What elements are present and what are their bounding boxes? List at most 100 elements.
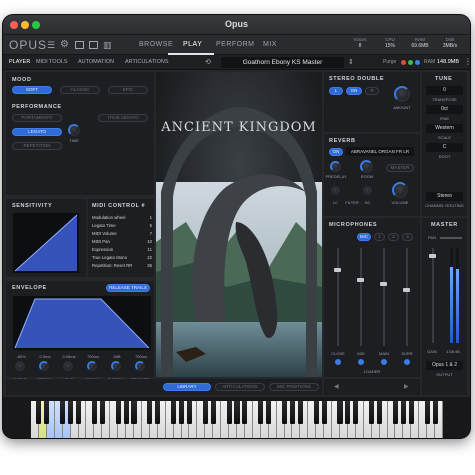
mic-button[interactable]: MIC: [357, 233, 371, 241]
repetition-button[interactable]: REPETITION: [12, 142, 62, 150]
close-fader[interactable]: [334, 268, 341, 272]
black-key[interactable]: [258, 401, 264, 424]
preset-arrows-icon[interactable]: ⇕: [348, 58, 354, 66]
predelay-knob[interactable]: [330, 161, 341, 172]
midi-row-modulation[interactable]: Modulation wheel 1: [92, 215, 152, 222]
hc-knob[interactable]: [363, 186, 372, 195]
black-key[interactable]: [392, 401, 398, 424]
surr-fader[interactable]: [403, 288, 410, 292]
black-key[interactable]: [266, 401, 272, 424]
black-key[interactable]: [432, 401, 438, 424]
tab-play[interactable]: PLAY: [183, 41, 202, 48]
black-key[interactable]: [337, 401, 343, 424]
black-key[interactable]: [91, 401, 97, 424]
release-trails-button[interactable]: RELEASE TRAILS: [106, 284, 150, 292]
reverb-preset-selector[interactable]: ABRAVANEL ORGAN FR LR: [346, 147, 414, 156]
black-key[interactable]: [99, 401, 105, 424]
envelope-graph[interactable]: [13, 296, 151, 350]
fine-value[interactable]: 0ct: [426, 105, 463, 114]
tab-browse[interactable]: BROWSE: [139, 41, 173, 48]
reverb-volume-knob[interactable]: [392, 182, 408, 198]
black-key[interactable]: [377, 401, 383, 424]
portamento-button[interactable]: PORTAMENTO: [12, 114, 62, 122]
piano-keyboard[interactable]: [3, 397, 470, 438]
mid-led[interactable]: [358, 359, 364, 365]
tab-automation[interactable]: AUTOMATION: [78, 59, 114, 65]
tab-articulations[interactable]: ARTICULATIONS: [125, 59, 169, 65]
menu-icon[interactable]: ☰: [47, 40, 55, 51]
black-key[interactable]: [297, 401, 303, 424]
preset-selector[interactable]: Goathorn Ebony KS Master: [221, 57, 344, 68]
black-key[interactable]: [60, 401, 66, 424]
mic-next-icon[interactable]: ▶: [404, 383, 409, 390]
black-key[interactable]: [345, 401, 351, 424]
legato-button[interactable]: LEGATO: [12, 128, 62, 136]
black-key[interactable]: [242, 401, 248, 424]
midi-row-true-legato[interactable]: True Legato Mono 22: [92, 255, 152, 262]
black-key[interactable]: [313, 401, 319, 424]
scale-value[interactable]: Western: [426, 124, 463, 133]
output-selector[interactable]: Opus 1 & 2: [426, 361, 463, 370]
room-knob[interactable]: [360, 160, 373, 173]
black-key[interactable]: [321, 401, 327, 424]
amount-knob[interactable]: [394, 86, 410, 102]
black-key[interactable]: [171, 401, 177, 424]
black-key[interactable]: [210, 401, 216, 424]
mic-slot-2[interactable]: 2: [388, 233, 399, 241]
reverb-master-button[interactable]: MASTER: [386, 164, 414, 172]
true-legato-button[interactable]: TRUE LEGATO: [98, 114, 148, 122]
black-key[interactable]: [400, 401, 406, 424]
black-key[interactable]: [226, 401, 232, 424]
window-icon[interactable]: [89, 41, 98, 49]
close-led[interactable]: [335, 359, 341, 365]
release-knob[interactable]: [135, 361, 145, 371]
black-key[interactable]: [76, 401, 82, 424]
curve-knob[interactable]: [15, 361, 25, 371]
black-key[interactable]: [408, 401, 414, 424]
black-key[interactable]: [353, 401, 359, 424]
black-key[interactable]: [131, 401, 137, 424]
mic-prev-icon[interactable]: ◀: [334, 383, 339, 390]
surr-led[interactable]: [404, 359, 410, 365]
gear-icon[interactable]: ⚙: [60, 39, 69, 50]
transpose-value[interactable]: 0: [426, 86, 463, 95]
more-icon[interactable]: ⋮: [464, 57, 470, 66]
sustain-knob[interactable]: [111, 361, 121, 371]
tab-articulations-bottom[interactable]: ARTICULATIONS: [215, 383, 265, 391]
decay-knob[interactable]: [87, 361, 97, 371]
purge-label[interactable]: Purge: [383, 59, 396, 65]
layout-icon[interactable]: [75, 41, 84, 49]
black-key[interactable]: [424, 401, 430, 424]
tab-library[interactable]: LIBRARY: [163, 383, 211, 391]
stereo-left-button[interactable]: L: [329, 87, 343, 95]
piano-icon[interactable]: ▥: [103, 40, 112, 51]
tab-midi-tools[interactable]: MIDI TOOLS: [36, 59, 68, 65]
root-value[interactable]: C: [426, 143, 463, 152]
black-key[interactable]: [202, 401, 208, 424]
lc-knob[interactable]: [331, 186, 340, 195]
midi-row-pan[interactable]: MIDI Pan 10: [92, 239, 152, 246]
black-key[interactable]: [68, 401, 74, 424]
stereo-right-button[interactable]: R: [365, 87, 379, 95]
black-key[interactable]: [115, 401, 121, 424]
black-key[interactable]: [36, 401, 42, 424]
black-key[interactable]: [369, 401, 375, 424]
stereo-on-button[interactable]: ON: [346, 87, 362, 95]
black-key[interactable]: [179, 401, 185, 424]
tab-mic-positions[interactable]: MIC POSITIONS: [269, 383, 319, 391]
mic-slot-1[interactable]: 1: [374, 233, 385, 241]
reverb-on-button[interactable]: ON: [329, 148, 343, 156]
midi-row-volume[interactable]: MIDI Volume 7: [92, 231, 152, 238]
tab-player[interactable]: PLAYER: [9, 59, 30, 65]
main-led[interactable]: [381, 359, 387, 365]
tab-perform[interactable]: PERFORM: [216, 41, 255, 48]
channel-routing-value[interactable]: Stereo: [426, 192, 463, 201]
black-key[interactable]: [123, 401, 129, 424]
mood-classic-button[interactable]: CLASSIC: [60, 86, 100, 94]
master-fader[interactable]: [429, 254, 436, 258]
attack-knob[interactable]: [39, 361, 49, 371]
sensitivity-curve[interactable]: [13, 213, 79, 273]
preset-back-icon[interactable]: ⟲: [205, 58, 211, 66]
legato-time-knob[interactable]: [68, 124, 80, 136]
black-key[interactable]: [147, 401, 153, 424]
